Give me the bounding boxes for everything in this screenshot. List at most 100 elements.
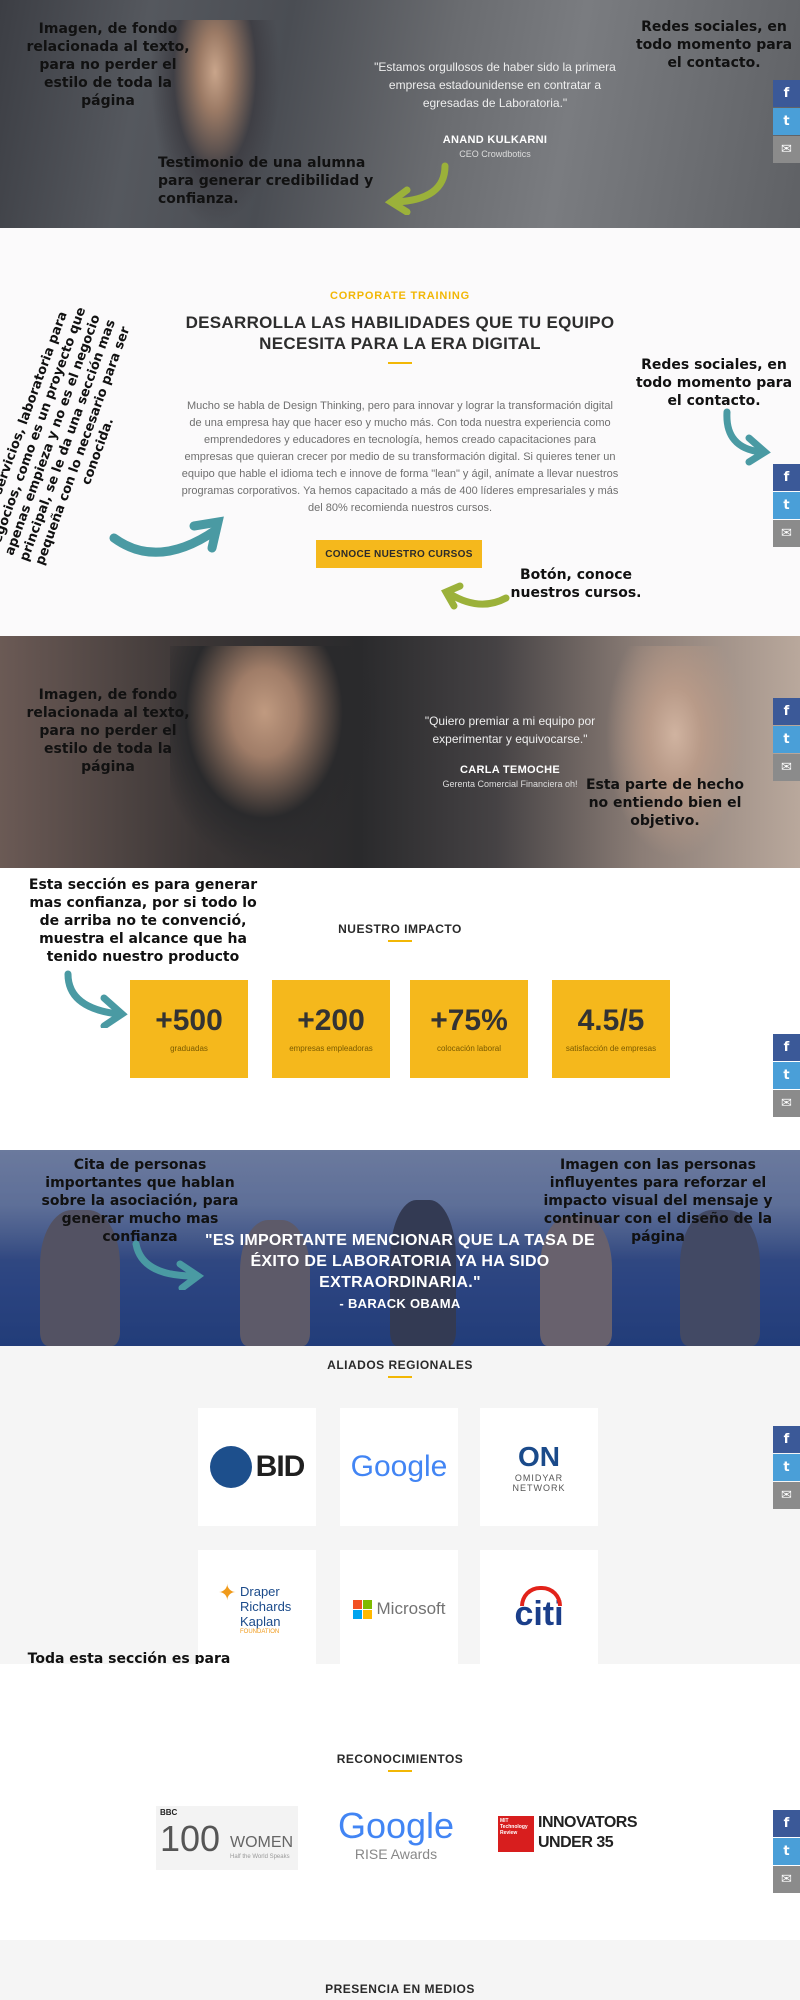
- mail-icon[interactable]: ✉: [773, 520, 800, 547]
- annotation-arrow: [441, 582, 510, 610]
- stat-value: +500: [155, 1004, 223, 1037]
- stat-card: +500 graduadas: [130, 980, 248, 1078]
- annotation-arrow: [109, 516, 224, 557]
- share-bar: f t ✉: [773, 80, 800, 164]
- share-bar: f t ✉: [773, 464, 800, 548]
- annotation-arrow: [64, 970, 128, 1028]
- mit-logo-box: MIT Technology Review: [498, 1816, 534, 1852]
- omidyar-logo-line2: NETWORK: [512, 1483, 566, 1493]
- testimonial-hero: "Estamos orgullosos de haber sido la pri…: [0, 0, 800, 228]
- annotation-cite: Cita de personas importantes que hablan …: [41, 1157, 239, 1245]
- title-divider: [388, 1770, 412, 1772]
- logo-bid: BID: [198, 1408, 316, 1526]
- google-rise-logo-text: Google: [337, 1805, 455, 1846]
- testimonial-quote-block: "Estamos orgullosos de haber sido la pri…: [360, 58, 630, 159]
- courses-button[interactable]: CONOCE NUESTRO CURSOS: [316, 540, 482, 568]
- share-bar: f t ✉: [773, 698, 800, 782]
- rise-awards-text: RISE Awards: [354, 1846, 438, 1862]
- annotation-unclear: Esta parte de hecho no entiendo bien el …: [585, 777, 745, 829]
- allies-title: ALIADOS REGIONALES: [327, 1358, 473, 1372]
- facebook-icon[interactable]: f: [773, 1810, 800, 1837]
- draper-logo-line4: FOUNDATION: [240, 1628, 280, 1635]
- women-tagline: Half the World Speaks: [230, 1854, 290, 1860]
- annotation-arrow: [385, 162, 449, 215]
- testimonial-name: ANAND KULKARNI: [442, 134, 548, 146]
- annotation-social: Redes sociales, en todo momento para el …: [635, 19, 793, 71]
- title-divider: [388, 940, 412, 942]
- obama-quote-author: - BARACK OBAMA: [339, 1296, 461, 1311]
- share-bar: f t ✉: [773, 1034, 800, 1118]
- twitter-icon[interactable]: t: [773, 726, 800, 753]
- annotation-cta: Botón, conoce nuestros cursos.: [510, 567, 642, 601]
- recognitions-section: [0, 1664, 800, 1940]
- stat-card: 4.5/5 satisfacción de empresas: [552, 980, 670, 1078]
- annotation-arrow: [723, 408, 771, 466]
- mail-icon[interactable]: ✉: [773, 1866, 800, 1893]
- stat-card: +200 empresas empleadoras: [272, 980, 390, 1078]
- logo-omidyar: ON OMIDYAR NETWORK: [480, 1408, 598, 1526]
- facebook-icon[interactable]: f: [773, 698, 800, 725]
- share-bar: f t ✉: [773, 1426, 800, 1510]
- women-word: WOMEN: [230, 1834, 294, 1851]
- windows-icon: [352, 1599, 372, 1619]
- logo-innovators: MIT Technology Review INNOVATORS UNDER 3…: [498, 1812, 638, 1862]
- citi-arc-icon: [520, 1586, 562, 1606]
- mail-icon[interactable]: ✉: [773, 136, 800, 163]
- facebook-icon[interactable]: f: [773, 1034, 800, 1061]
- bid-icon: [209, 1446, 252, 1488]
- bid-logo-text: BID: [255, 1450, 306, 1483]
- logo-google-rise: Google RISE Awards: [326, 1806, 466, 1870]
- women-number: 100: [160, 1818, 221, 1859]
- facebook-icon[interactable]: f: [773, 80, 800, 107]
- twitter-icon[interactable]: t: [773, 108, 800, 135]
- omidyar-logo-line1: OMIDYAR: [514, 1473, 564, 1483]
- page: "Estamos orgullosos de haber sido la pri…: [0, 0, 800, 2000]
- logo-bbc-100-women: BBC 100 WOMEN Half the World Speaks: [156, 1806, 298, 1870]
- testimonial-quote: "Quiero premiar a mi equipo por experime…: [424, 714, 596, 746]
- share-bar: f t ✉: [773, 1810, 800, 1894]
- testimonial-hero-2: "Quiero premiar a mi equipo por experime…: [0, 636, 800, 868]
- testimonial-name: CARLA TEMOCHE: [459, 764, 561, 776]
- corporate-eyebrow: CORPORATE TRAINING: [329, 290, 471, 302]
- twitter-icon[interactable]: t: [773, 1454, 800, 1481]
- microsoft-logo-text: Microsoft: [376, 1599, 446, 1618]
- annotation-influencers: Imagen con las personas influyentes para…: [543, 1157, 773, 1245]
- stat-label: empresas empleadoras: [289, 1044, 373, 1053]
- recognitions-title: RECONOCIMIENTOS: [336, 1752, 464, 1766]
- mail-icon[interactable]: ✉: [773, 1090, 800, 1117]
- twitter-icon[interactable]: t: [773, 492, 800, 519]
- stat-label: graduadas: [170, 1044, 208, 1053]
- innovators-line2: UNDER 35: [538, 1834, 614, 1851]
- mail-icon[interactable]: ✉: [773, 754, 800, 781]
- mail-icon[interactable]: ✉: [773, 1482, 800, 1509]
- stat-card: +75% colocación laboral: [410, 980, 528, 1078]
- media-title: PRESENCIA EN MEDIOS: [325, 1982, 475, 1996]
- testimonial-role: CEO Crowdbotics: [459, 149, 531, 159]
- mit-logo-text: MIT Technology Review: [500, 1818, 528, 1836]
- google-logo-text: Google: [350, 1450, 448, 1483]
- background-photo: [600, 646, 750, 868]
- title-divider: [388, 1376, 412, 1378]
- draper-logo-line3: Kaplan: [240, 1613, 281, 1629]
- stat-label: colocación laboral: [436, 1044, 502, 1053]
- annotation-arrow: [132, 1240, 205, 1290]
- facebook-icon[interactable]: f: [773, 1426, 800, 1453]
- innovators-line1: INNOVATORS: [538, 1814, 638, 1831]
- annotation-testimonial: Testimonio de una alumna para generar cr…: [158, 155, 374, 207]
- annotation-social: Redes sociales, en todo momento para el …: [635, 357, 793, 409]
- impact-title: NUESTRO IMPACTO: [338, 922, 462, 936]
- logo-microsoft: Microsoft: [340, 1550, 458, 1668]
- stat-label: satisfacción de empresas: [565, 1044, 657, 1053]
- twitter-icon[interactable]: t: [773, 1838, 800, 1865]
- twitter-icon[interactable]: t: [773, 1062, 800, 1089]
- stat-value: +200: [297, 1004, 365, 1037]
- annotation-background-image: Imagen, de fondo relacionada al texto, p…: [26, 687, 190, 775]
- facebook-icon[interactable]: f: [773, 464, 800, 491]
- logo-citi: citi: [480, 1550, 598, 1668]
- bbc-logo-text: BBC: [160, 1808, 178, 1817]
- corporate-paragraph: Mucho se habla de Design Thinking, pero …: [181, 400, 619, 514]
- title-divider: [388, 362, 412, 364]
- annotation-background-image: Imagen, de fondo relacionada al texto, p…: [26, 21, 190, 109]
- annotation-trust: Esta sección es para generar mas confian…: [28, 877, 258, 965]
- logo-google: Google: [340, 1408, 458, 1526]
